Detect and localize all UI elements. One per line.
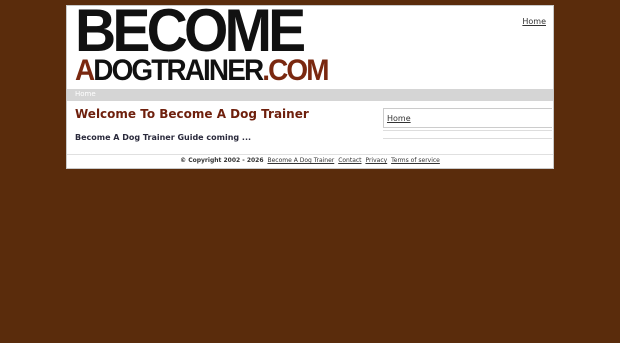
logo-line-1: BECOME — [75, 0, 306, 64]
copyright-text: © Copyright 2002 - 2026 — [180, 157, 264, 164]
footer-link-privacy[interactable]: Privacy — [365, 157, 387, 164]
nav-item-home[interactable]: Home — [75, 90, 96, 98]
sidebar-menu: Home — [383, 108, 552, 128]
page-container: BECOME ADOGTRAINER.COM Home Home Welcome… — [66, 0, 554, 169]
logo-a: A — [75, 54, 95, 87]
site-logo[interactable]: BECOME ADOGTRAINER.COM — [75, 0, 347, 87]
sidebar-divider — [383, 130, 552, 139]
footer-divider — [67, 154, 553, 155]
main-text: Become A Dog Trainer Guide coming ... — [75, 133, 252, 142]
header-home-link[interactable]: Home — [522, 17, 546, 26]
footer-link-contact[interactable]: Contact — [338, 157, 361, 164]
nav-bar: Home — [67, 89, 553, 101]
logo-line-2: ADOGTRAINER.COM — [75, 54, 330, 87]
sidebar-home-link[interactable]: Home — [387, 114, 411, 123]
header: BECOME ADOGTRAINER.COM Home — [67, 0, 553, 89]
logo-dogtrainer: DOGTRAINER — [93, 54, 264, 87]
footer-link-site[interactable]: Become A Dog Trainer — [267, 157, 334, 164]
footer-link-terms[interactable]: Terms of service — [391, 157, 440, 164]
logo-dotcom: .COM — [262, 54, 329, 87]
page-title: Welcome To Become A Dog Trainer — [75, 107, 309, 121]
footer: © Copyright 2002 - 2026 Become A Dog Tra… — [67, 157, 553, 164]
